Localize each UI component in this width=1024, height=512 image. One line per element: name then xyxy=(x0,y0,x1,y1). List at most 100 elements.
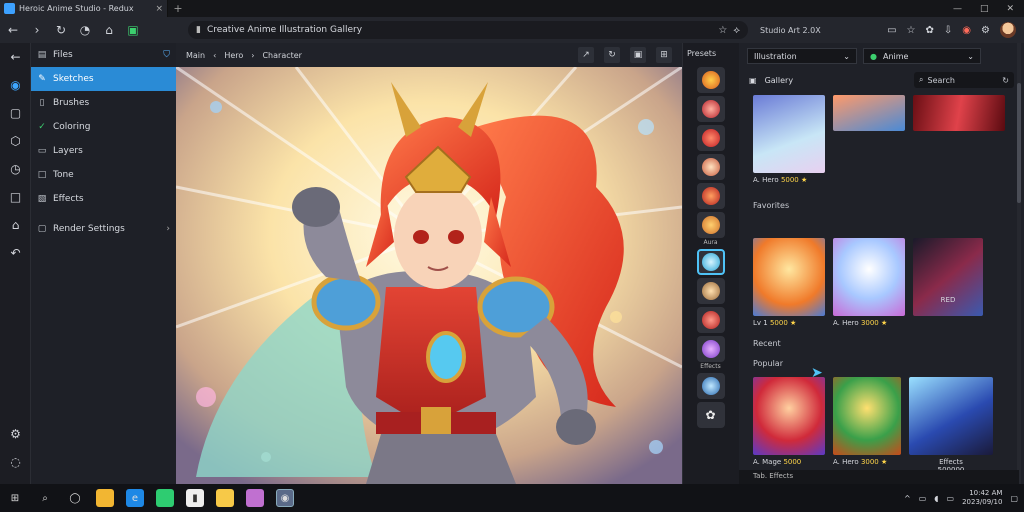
downloads-icon[interactable]: ⇩ xyxy=(944,25,952,36)
gallery-card[interactable]: A. Mage 5000 xyxy=(753,377,825,474)
search-icon[interactable]: ⌕ xyxy=(36,489,54,507)
sidebar-item-layers[interactable]: ▭ Layers xyxy=(31,139,176,163)
sidebar-item-render-settings[interactable]: ▢ Render Settings › xyxy=(31,217,176,241)
preset-thumb[interactable] xyxy=(696,125,725,151)
collections-icon[interactable]: ▭ xyxy=(887,25,896,36)
preset-thumb[interactable] xyxy=(696,96,725,122)
sidebar-item-effects[interactable]: ▧ Effects xyxy=(31,187,176,211)
chat-icon[interactable]: ▢ xyxy=(0,99,31,127)
sidebar-item-coloring[interactable]: ✓ Coloring xyxy=(31,115,176,139)
sidebar-item-sketches[interactable]: ✎ Sketches xyxy=(31,67,176,91)
preset-thumb[interactable] xyxy=(696,307,725,333)
battery-icon[interactable]: ▭ xyxy=(947,494,955,503)
flower-icon[interactable]: ✿ xyxy=(696,402,725,428)
notification-icon[interactable]: ▢ xyxy=(1010,494,1018,503)
chat-app-icon[interactable] xyxy=(156,489,174,507)
undo-icon[interactable]: ↶ xyxy=(0,239,31,267)
clock-date: 2023/09/10 xyxy=(962,498,1003,506)
extension-icon[interactable]: ▣ xyxy=(124,21,142,39)
task-view-icon[interactable]: ◯ xyxy=(66,489,84,507)
network-icon[interactable]: ▭ xyxy=(919,494,927,503)
category-select[interactable]: Illustration ⌄ xyxy=(747,48,857,64)
preset-thumb[interactable] xyxy=(696,67,725,93)
card-count: 5000 ★ xyxy=(769,319,797,327)
sidebar-item-label: Render Settings xyxy=(53,224,125,234)
palette-icon[interactable]: ⬡ xyxy=(0,127,31,155)
home-icon[interactable]: ⌂ xyxy=(100,21,118,39)
back-arrow-icon[interactable]: ← xyxy=(0,43,31,71)
breadcrumb-hero[interactable]: Hero xyxy=(224,51,243,60)
tray-chevron-icon[interactable]: ^ xyxy=(904,494,911,503)
maximize-button[interactable]: □ xyxy=(980,4,989,14)
reload-icon[interactable]: ↻ xyxy=(52,21,70,39)
breadcrumb-main[interactable]: Main xyxy=(186,51,205,60)
preset-thumb[interactable] xyxy=(696,278,725,304)
shield-icon[interactable]: ◔ xyxy=(76,21,94,39)
breadcrumb-character[interactable]: Character xyxy=(262,51,302,60)
gallery-panel: Illustration ⌄ ● Anime ⌄ ▣ Gallery ⌕ Sea… xyxy=(739,43,1024,484)
file-explorer-icon[interactable] xyxy=(96,489,114,507)
card-count: 3000 ★ xyxy=(860,458,888,466)
fit-icon[interactable]: ▣ xyxy=(630,47,646,63)
photos-icon[interactable] xyxy=(246,489,264,507)
card-caption: A. Hero xyxy=(833,458,859,466)
style-select[interactable]: ● Anime ⌄ xyxy=(863,48,981,64)
home-icon[interactable]: ⌂ xyxy=(0,211,31,239)
gallery-card[interactable]: Lv 1 5000 ★ xyxy=(753,238,825,327)
search-input[interactable]: ⌕ Search ↻ xyxy=(914,72,1014,88)
active-app-icon[interactable]: ◉ xyxy=(276,489,294,507)
bookmark-icon[interactable]: ⟡ xyxy=(733,25,740,36)
refresh-icon[interactable]: ↻ xyxy=(1002,76,1009,85)
gallery-icon: ▣ xyxy=(749,75,757,85)
gallery-card[interactable]: A. Hero 3000 ★ xyxy=(833,377,901,474)
grid-icon[interactable]: ⊞ xyxy=(656,47,672,63)
star-icon[interactable]: ☆ xyxy=(718,25,727,36)
gallery-card[interactable]: RED xyxy=(913,238,983,327)
gallery-card[interactable]: A. Hero 3000 ★ xyxy=(833,238,905,327)
rotate-icon[interactable]: ↻ xyxy=(604,47,620,63)
sidebar-item-brushes[interactable]: ▯ Brushes xyxy=(31,91,176,115)
export-icon[interactable]: ↗ xyxy=(578,47,594,63)
close-window-button[interactable]: ✕ xyxy=(1006,4,1014,14)
settings-icon[interactable]: ⚙ xyxy=(981,25,990,36)
bookmark-label[interactable]: Studio Art 2.0X xyxy=(760,26,821,35)
gallery-card[interactable]: Effects500000 xyxy=(909,377,993,474)
scrollbar[interactable] xyxy=(1017,43,1021,484)
browser-tab[interactable]: Heroic Anime Studio - Redux × xyxy=(0,0,168,17)
compass-icon[interactable]: ◉ xyxy=(0,71,31,99)
gear-icon[interactable]: ⚙ xyxy=(0,420,31,448)
extensions-icon[interactable]: ✿ xyxy=(926,25,934,36)
minimize-button[interactable]: — xyxy=(953,4,962,14)
square-icon[interactable]: □ xyxy=(0,183,31,211)
gallery-card[interactable]: A. Hero 5000 ★ xyxy=(753,95,825,184)
preset-thumb-selected[interactable] xyxy=(696,249,725,275)
clock[interactable]: 10:42 AM 2023/09/10 xyxy=(962,489,1002,507)
artwork-canvas[interactable] xyxy=(176,67,682,484)
avatar[interactable] xyxy=(1000,22,1016,38)
favorites-icon[interactable]: ☆ xyxy=(907,25,916,36)
preset-thumb[interactable] xyxy=(696,336,725,362)
preset-thumb[interactable] xyxy=(696,373,725,399)
gallery-card[interactable] xyxy=(913,95,1005,184)
clock-icon[interactable]: ◷ xyxy=(0,155,31,183)
preset-thumb[interactable] xyxy=(696,154,725,180)
volume-icon[interactable]: ◖ xyxy=(934,494,938,503)
back-arrow-icon[interactable]: ← xyxy=(4,21,22,39)
new-tab-button[interactable]: + xyxy=(168,2,188,15)
sidebar-item-tone[interactable]: □ Tone xyxy=(31,163,176,187)
preset-thumb[interactable] xyxy=(696,183,725,209)
forward-arrow-icon[interactable]: › xyxy=(28,21,46,39)
sidebar-item-files[interactable]: ▤ Files ⛉ xyxy=(31,43,176,67)
store-icon[interactable]: ▮ xyxy=(186,489,204,507)
gallery-card[interactable] xyxy=(833,95,905,184)
address-bar[interactable]: ▮ Creative Anime Illustration Gallery ☆ … xyxy=(188,21,748,39)
edge-browser-icon[interactable]: e xyxy=(126,489,144,507)
viewer-toolbar: Main ‹ Hero › Character ↗ ↻ ▣ ⊞ xyxy=(176,43,682,67)
preset-thumb[interactable] xyxy=(696,212,725,238)
title-bar: Heroic Anime Studio - Redux × + — □ ✕ xyxy=(0,0,1024,17)
notification-icon[interactable]: ◉ xyxy=(962,25,971,36)
folder-icon[interactable] xyxy=(216,489,234,507)
windows-start-icon[interactable]: ⊞ xyxy=(6,489,24,507)
tab-close-button[interactable]: × xyxy=(155,4,163,14)
help-icon[interactable]: ◌ xyxy=(0,448,31,476)
